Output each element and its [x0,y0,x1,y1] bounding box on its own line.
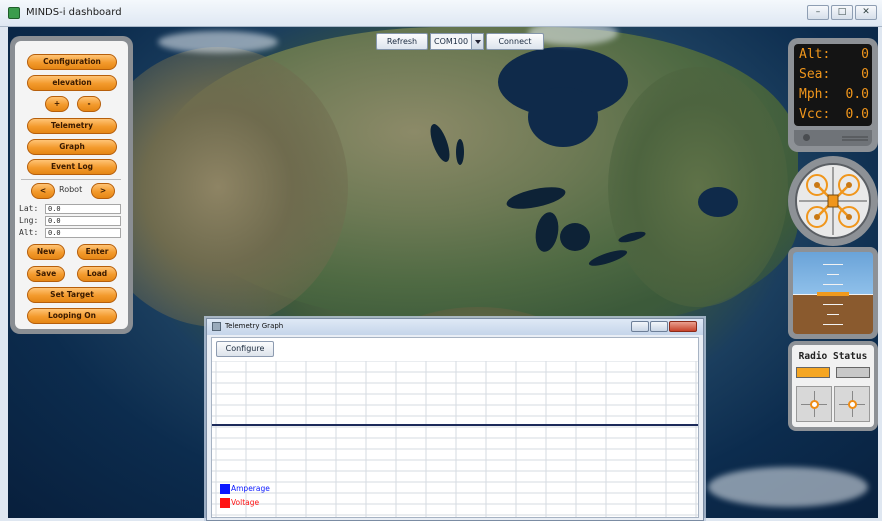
speed-value: 0.0 [845,87,869,102]
close-button[interactable]: ✕ [855,5,877,20]
radio-indicator-right [836,367,870,378]
screw-icon [803,134,810,141]
sea-level-label: Sea: [799,67,831,82]
lat-field[interactable]: 0.0 [45,204,121,214]
telemetry-graph-titlebar[interactable]: Telemetry Graph [207,319,703,335]
telemetry-readout: Alt: 0 Sea: 0 Mph: 0.0 Vcc: 0.0 [788,38,878,152]
horizon-sky [793,252,873,294]
stick-position-icon [848,400,857,409]
telemetry-graph-title: Telemetry Graph [225,322,284,330]
radio-status-inner: Radio Status [792,345,874,427]
voltage-legend-label: Voltage [231,498,260,507]
graph-window-icon [212,322,221,331]
graph-close-button[interactable] [669,321,697,332]
pitch-line [823,324,843,325]
map-bay [528,87,598,147]
app-window: MINDS-i dashboard – □ ✕ Refresh COM100 C… [0,0,882,521]
refresh-button[interactable]: Refresh [376,33,428,50]
map-bay [698,187,738,217]
minimize-button[interactable]: – [807,5,829,20]
pitch-line [823,264,843,265]
left-stick-indicator [796,386,832,422]
window-title: MINDS-i dashboard [26,7,122,18]
radio-status-title: Radio Status [798,351,868,362]
map-cloud [708,467,868,507]
right-stick-indicator [834,386,870,422]
telemetry-graph-grid [212,361,698,517]
connect-button[interactable]: Connect [486,33,544,50]
pitch-line [823,284,843,285]
artificial-horizon [788,247,878,339]
horizon-display [793,252,873,334]
previous-robot-button[interactable]: < [31,183,55,199]
amperage-swatch [220,484,230,494]
elevation-button[interactable]: elevation [27,75,117,91]
telemetry-graph-window[interactable]: Telemetry Graph Configure Amperage Volta… [206,318,704,521]
event-log-button[interactable]: Event Log [27,159,117,175]
app-logo-icon [8,7,20,19]
port-select[interactable]: COM100 [430,33,484,50]
map-lake [560,223,590,251]
robot-label: Robot [59,185,83,194]
aircraft-reference-icon [817,292,849,296]
graph-button[interactable]: Graph [27,139,117,155]
voltage-readout: Vcc: 0.0 [799,107,869,125]
configuration-button[interactable]: Configuration [27,54,117,70]
sea-level-readout: Sea: 0 [799,67,869,85]
enter-button[interactable]: Enter [77,244,117,260]
telemetry-graph-body: Configure Amperage Voltage [211,337,699,518]
load-button[interactable]: Load [77,266,117,282]
pitch-line [827,274,839,275]
heading-indicator [788,156,878,246]
alt-label: Alt: [19,228,39,237]
chevron-down-icon[interactable] [471,34,483,49]
voltage-label: Vcc: [799,107,831,122]
speaker-grille-icon [842,136,868,138]
altitude-readout: Alt: 0 [799,47,869,65]
divider [21,179,121,180]
amperage-legend-label: Amperage [231,484,270,493]
stick-position-icon [810,400,819,409]
graph-minimize-button[interactable] [631,321,649,332]
next-robot-button[interactable]: > [91,183,115,199]
speed-label: Mph: [799,87,831,102]
telemetry-button[interactable]: Telemetry [27,118,117,134]
alt-field[interactable]: 0.0 [45,228,121,238]
readout-base [794,130,872,146]
control-panel: Configuration elevation + - Telemetry Gr… [10,36,133,334]
control-panel-inner: Configuration elevation + - Telemetry Gr… [15,41,128,329]
radio-status-panel: Radio Status [788,341,878,431]
pitch-line [823,304,843,305]
speed-readout: Mph: 0.0 [799,87,869,105]
map-lake [456,139,464,165]
save-button[interactable]: Save [27,266,65,282]
map-landmass [608,67,788,307]
sea-level-value: 0 [861,67,869,82]
new-button[interactable]: New [27,244,65,260]
configure-button[interactable]: Configure [216,341,274,357]
map-cloud [158,31,278,53]
lng-label: Lng: [19,216,39,225]
graph-maximize-button[interactable] [650,321,668,332]
radio-indicator-left [796,367,830,378]
heading-dial [795,163,871,239]
port-value: COM100 [434,37,469,46]
pitch-line [827,314,839,315]
looping-toggle-button[interactable]: Looping On [27,308,117,324]
lat-label: Lat: [19,204,39,213]
elevation-minus-button[interactable]: - [77,96,101,112]
voltage-swatch [220,498,230,508]
title-bar: MINDS-i dashboard – □ ✕ [0,0,882,27]
maximize-button[interactable]: □ [831,5,853,20]
voltage-value: 0.0 [845,107,869,122]
lng-field[interactable]: 0.0 [45,216,121,226]
quadcopter-icon [799,167,867,235]
readout-screen: Alt: 0 Sea: 0 Mph: 0.0 Vcc: 0.0 [794,44,872,126]
altitude-label: Alt: [799,47,831,62]
set-target-button[interactable]: Set Target [27,287,117,303]
altitude-value: 0 [861,47,869,62]
elevation-plus-button[interactable]: + [45,96,69,112]
